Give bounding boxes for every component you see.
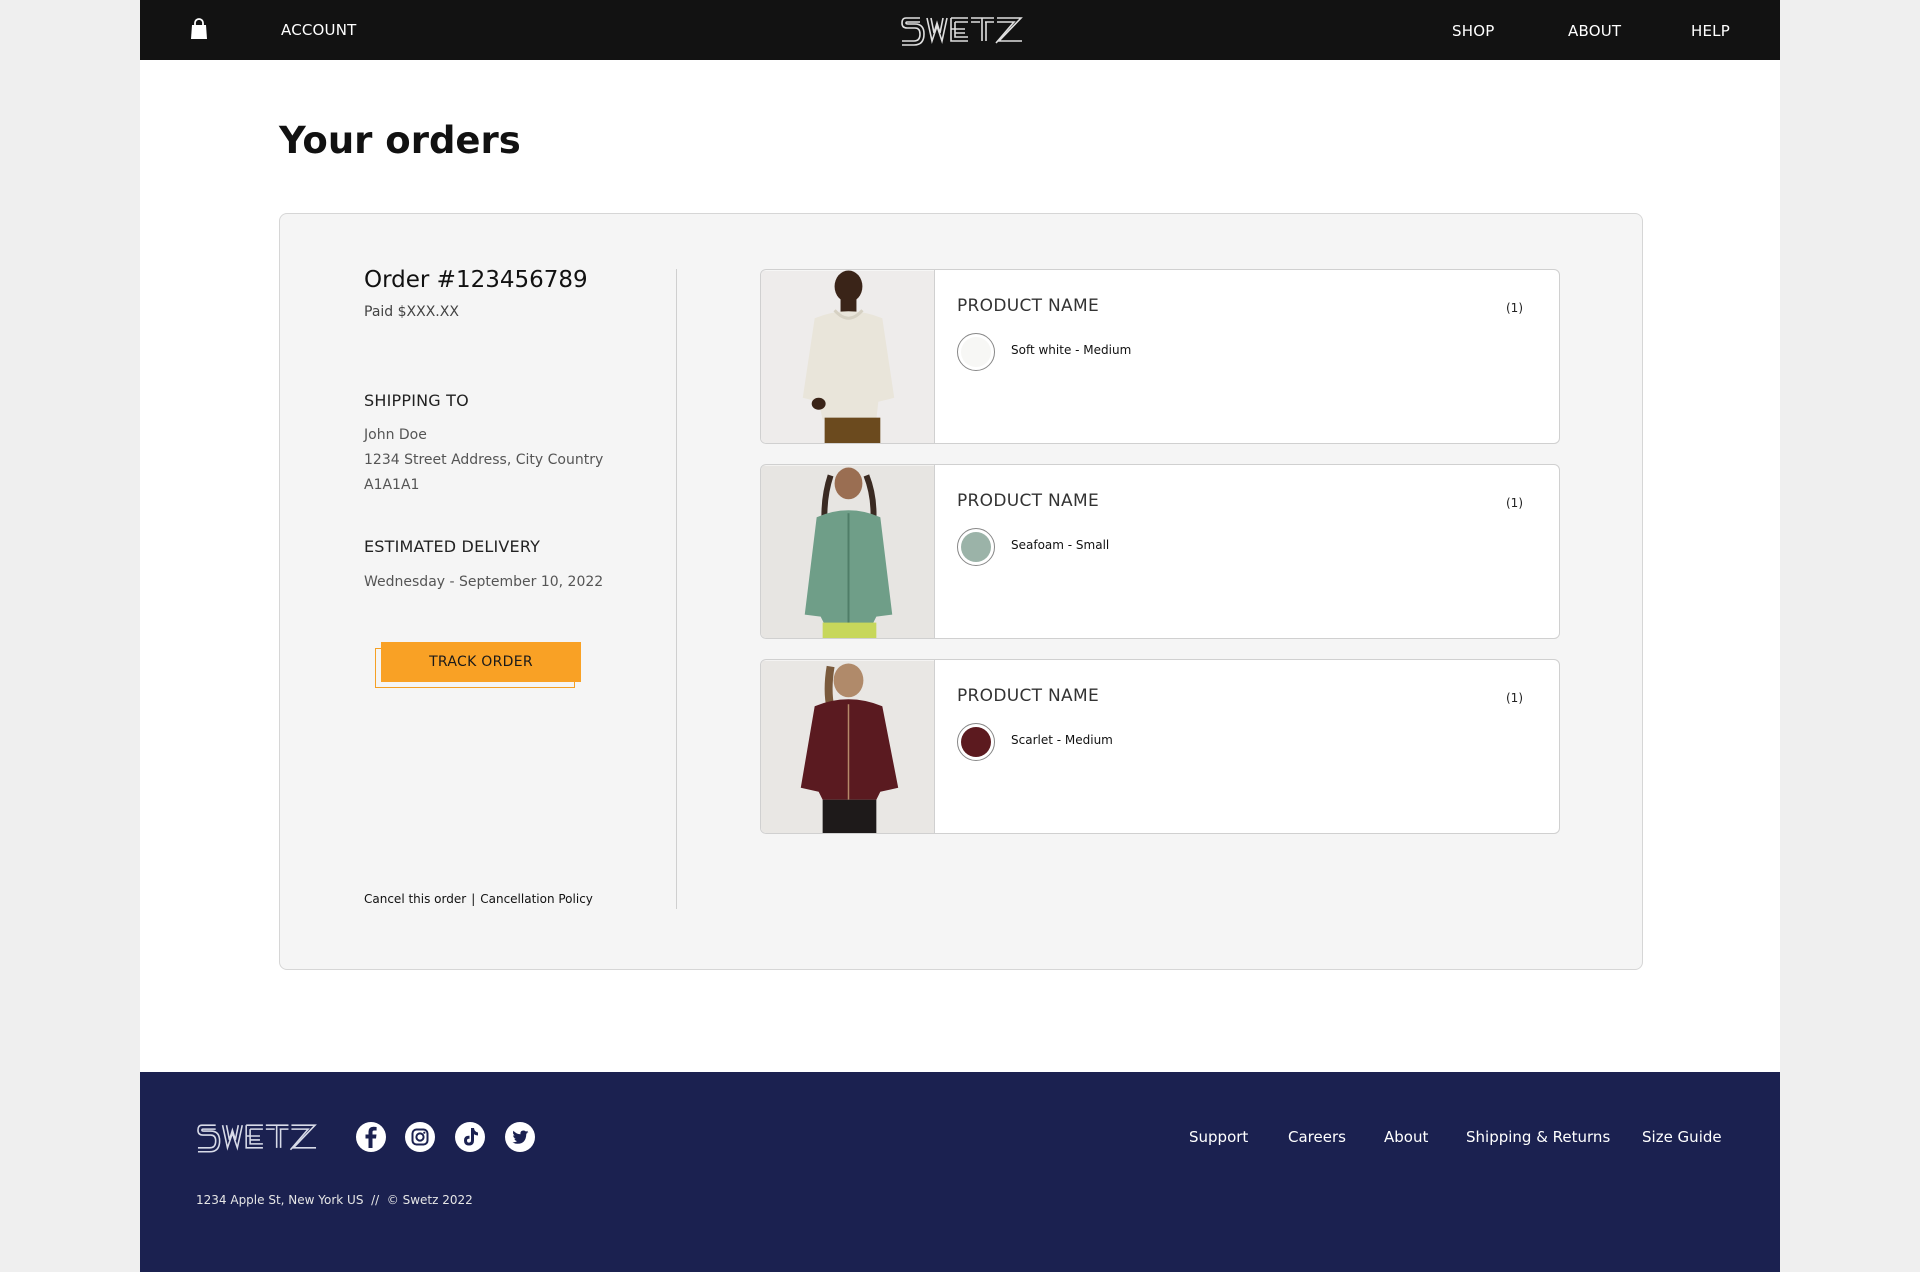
shipping-street: 1234 Street Address, City Country [364,452,604,468]
swatch-fill [961,532,991,562]
product-name: PRODUCT NAME [957,491,1099,511]
top-navigation-bar: ACCOUNT SHOP ABOUT HELP [140,0,1780,60]
nav-help-link[interactable]: HELP [1691,22,1730,40]
product-quantity: (1) [1506,301,1523,315]
cancel-links: Cancel this order | Cancellation Policy [364,892,593,906]
link-separator: | [471,892,476,906]
order-card: Order #123456789 Paid $XXX.XX SHIPPING T… [279,213,1643,970]
order-paid-amount: Paid $XXX.XX [364,304,459,320]
product-variant: Seafoam - Small [1011,538,1110,552]
cancel-order-link[interactable]: Cancel this order [364,892,466,906]
instagram-icon[interactable] [404,1121,436,1153]
footer-careers-link[interactable]: Careers [1288,1128,1346,1146]
column-divider [676,269,677,909]
product-quantity: (1) [1506,496,1523,510]
twitter-icon[interactable] [504,1121,536,1153]
order-item[interactable]: PRODUCT NAME (1) Seafoam - Small [760,464,1560,639]
footer-about-link[interactable]: About [1384,1128,1428,1146]
account-link[interactable]: ACCOUNT [281,21,357,39]
site-footer: Support Careers About Shipping & Returns… [140,1072,1780,1272]
shopping-bag-icon[interactable] [190,18,208,40]
nav-about-link[interactable]: ABOUT [1568,22,1621,40]
swetz-logo[interactable] [900,14,1024,46]
product-image-man-white-hoodie[interactable] [761,270,935,444]
color-swatch [957,528,995,566]
footer-size-guide-link[interactable]: Size Guide [1642,1128,1722,1146]
track-order-button[interactable]: TRACK ORDER [381,642,581,682]
product-variant: Scarlet - Medium [1011,733,1113,747]
product-image-woman-scarlet-hoodie[interactable] [761,660,935,834]
shipping-name: John Doe [364,427,427,443]
product-name: PRODUCT NAME [957,686,1099,706]
product-name: PRODUCT NAME [957,296,1099,316]
order-number: Order #123456789 [364,267,588,293]
swatch-fill [961,727,991,757]
color-swatch [957,723,995,761]
shipping-heading: SHIPPING TO [364,391,469,410]
facebook-icon[interactable] [355,1121,387,1153]
delivery-heading: ESTIMATED DELIVERY [364,537,541,556]
delivery-date: Wednesday - September 10, 2022 [364,574,604,590]
shipping-postal-code: A1A1A1 [364,477,420,493]
swatch-fill [961,337,991,367]
swetz-footer-logo[interactable] [196,1121,318,1153]
page-title: Your orders [279,119,521,162]
product-image-woman-green-jacket[interactable] [761,465,935,639]
cancellation-policy-link[interactable]: Cancellation Policy [480,892,593,906]
footer-support-link[interactable]: Support [1189,1128,1248,1146]
nav-shop-link[interactable]: SHOP [1452,22,1494,40]
tiktok-icon[interactable] [454,1121,486,1153]
product-quantity: (1) [1506,691,1523,705]
color-swatch [957,333,995,371]
order-item[interactable]: PRODUCT NAME (1) Soft white - Medium [760,269,1560,444]
page: ACCOUNT SHOP ABOUT HELP Your orders Orde… [140,0,1780,1272]
product-variant: Soft white - Medium [1011,343,1132,357]
footer-shipping-returns-link[interactable]: Shipping & Returns [1466,1128,1610,1146]
order-item[interactable]: PRODUCT NAME (1) Scarlet - Medium [760,659,1560,834]
footer-address: 1234 Apple St, New York US // © Swetz 20… [196,1193,473,1207]
